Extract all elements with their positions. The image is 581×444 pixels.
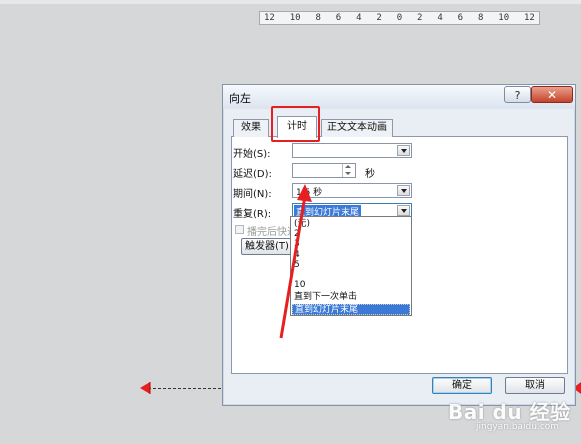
trigger-button[interactable]: 触发器(T): [241, 238, 293, 255]
delay-label: 延迟(D):: [233, 169, 272, 180]
watermark-url: jingyan.baidu.com: [476, 422, 560, 432]
top-strip: [0, 0, 581, 4]
ruler-tick: 6: [457, 13, 464, 23]
cancel-button[interactable]: 取消: [505, 377, 565, 394]
duration-combo[interactable]: 1.5 秒: [292, 183, 412, 198]
ruler-tick: 2: [417, 13, 423, 23]
repeat-option[interactable]: 直到下一次单击: [292, 292, 410, 303]
ruler-tick: 4: [437, 13, 443, 23]
ruler-tick: 12: [524, 13, 535, 23]
ruler-tick: 8: [477, 13, 484, 23]
ruler-tick: 6: [335, 13, 342, 23]
ruler-tick: 4: [356, 13, 362, 23]
repeat-label: 重复(R):: [233, 209, 272, 220]
horizontal-ruler: 12 10 8 6 4 2 0 2 4 6 8 10 12: [259, 11, 540, 25]
motion-path-start-icon[interactable]: [138, 381, 152, 395]
dialog-title: 向左: [229, 92, 251, 105]
rewind-checkbox[interactable]: [235, 225, 244, 234]
repeat-option[interactable]: 3: [292, 239, 410, 250]
repeat-dropdown-list[interactable]: (无) 2 3 4 5 10 直到下一次单击 直到幻灯片末尾: [290, 216, 412, 316]
start-combo[interactable]: [292, 143, 412, 158]
repeat-option[interactable]: 10: [292, 280, 410, 291]
chevron-down-icon[interactable]: [397, 145, 410, 156]
chevron-down-icon[interactable]: [397, 205, 410, 216]
duration-label: 期间(N):: [233, 189, 272, 200]
ruler-tick: 10: [498, 13, 510, 23]
delay-unit: 秒: [365, 169, 375, 180]
tab-effect[interactable]: 效果: [233, 119, 269, 137]
ruler-tick: 12: [264, 13, 275, 23]
tab-highlight-box: [271, 106, 320, 142]
ruler-tick: 8: [315, 13, 321, 23]
delay-field[interactable]: [292, 163, 356, 178]
watermark-brand: Bai du 经验: [448, 400, 571, 424]
delay-spinner[interactable]: [342, 164, 355, 177]
ok-button[interactable]: 确定: [432, 377, 492, 394]
close-button[interactable]: ✕: [531, 86, 573, 103]
chevron-down-icon[interactable]: [397, 185, 410, 196]
ruler-tick: 10: [289, 13, 301, 23]
tab-text-animation[interactable]: 正文文本动画: [321, 119, 393, 137]
ruler-tick: 0: [396, 13, 403, 23]
ruler-tick: 2: [376, 13, 382, 23]
repeat-option[interactable]: 直到幻灯片末尾: [292, 304, 410, 315]
motion-path-line: [148, 388, 226, 389]
repeat-option[interactable]: 5: [292, 260, 410, 271]
start-label: 开始(S):: [233, 149, 271, 160]
help-button[interactable]: ?: [504, 86, 531, 103]
